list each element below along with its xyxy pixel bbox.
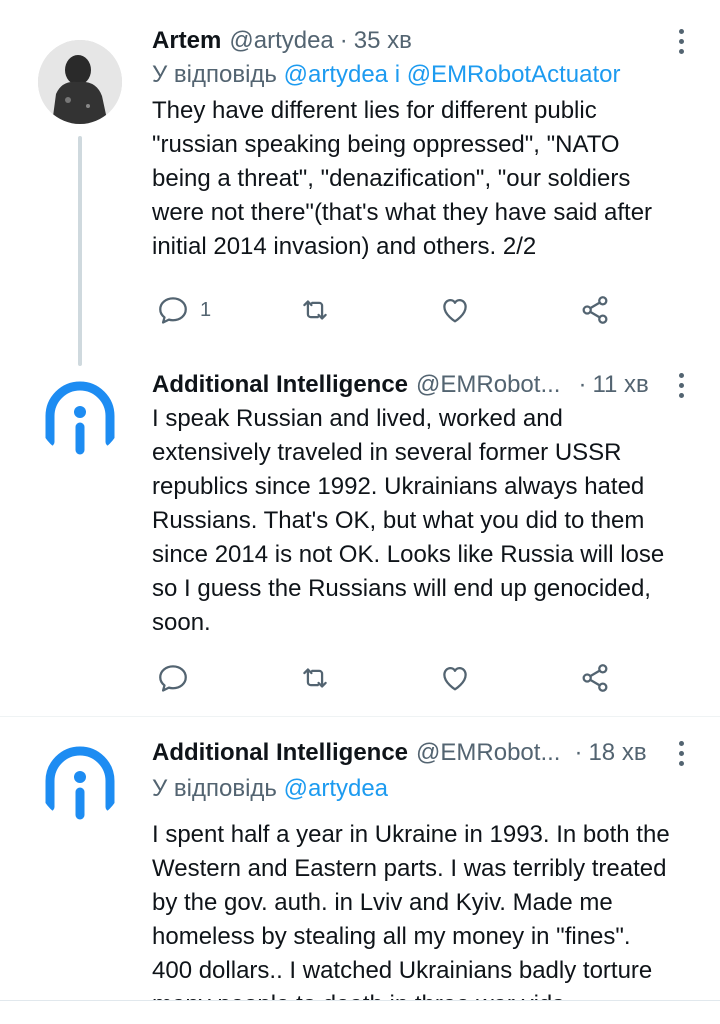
more-icon[interactable] xyxy=(666,738,696,768)
share-icon xyxy=(582,296,608,324)
like-button[interactable] xyxy=(438,288,472,332)
reply-prefix: У відповідь xyxy=(152,61,277,88)
reply-icon xyxy=(159,665,187,692)
share-button[interactable] xyxy=(578,288,612,332)
tweet-actions xyxy=(152,656,620,700)
retweet-button[interactable] xyxy=(298,288,332,332)
retweet-icon xyxy=(303,300,327,320)
bottom-divider xyxy=(0,1000,720,1001)
reply-icon xyxy=(159,297,187,324)
reply-button[interactable]: 1 xyxy=(156,288,211,332)
person-photo-icon xyxy=(38,40,122,124)
author-handle[interactable]: @EMRobot... xyxy=(416,371,560,399)
thread-line xyxy=(78,136,82,366)
tweet-text: I spent half a year in Ukraine in 1993. … xyxy=(152,821,670,1000)
reply-count: 1 xyxy=(200,298,212,321)
share-button[interactable] xyxy=(578,656,612,700)
timestamp[interactable]: 35 хв xyxy=(354,27,412,55)
tweet-text: They have different lies for different p… xyxy=(152,97,653,260)
tweet-1[interactable]: Artem @artydea · 35 хв У відповідь @arty… xyxy=(0,0,720,366)
like-icon xyxy=(443,666,467,691)
reply-handles-link[interactable]: @artydea і @EMRobotActuator xyxy=(284,61,621,88)
ai-logo-icon xyxy=(38,372,122,456)
tweet-header: Additional Intelligence @EMRobot... · 11… xyxy=(152,368,696,402)
like-icon xyxy=(443,298,467,323)
timestamp[interactable]: 18 хв xyxy=(588,739,646,767)
reply-button[interactable] xyxy=(156,656,190,700)
reply-context: У відповідь @artydea xyxy=(152,772,696,806)
author-name[interactable]: Additional Intelligence xyxy=(152,739,408,767)
reply-context: У відповідь @artydea і @EMRobotActuator xyxy=(152,58,696,92)
retweet-icon xyxy=(303,668,327,688)
tweet-actions: 1 xyxy=(152,288,620,332)
author-handle[interactable]: @EMRobot... xyxy=(416,739,560,767)
ai-logo-icon xyxy=(38,737,122,821)
more-icon[interactable] xyxy=(666,370,696,400)
reply-prefix: У відповідь xyxy=(152,775,277,802)
timestamp[interactable]: 11 хв xyxy=(592,371,648,399)
avatar[interactable] xyxy=(38,737,122,821)
avatar[interactable] xyxy=(38,372,122,456)
tweet-text: I speak Russian and lived, worked and ex… xyxy=(152,405,665,636)
separator-dot: · xyxy=(574,739,583,766)
author-handle[interactable]: @artydea xyxy=(229,27,333,55)
share-icon xyxy=(582,664,608,692)
tweet-header: Additional Intelligence @EMRobot... · 18… xyxy=(152,736,696,770)
avatar[interactable] xyxy=(38,40,122,124)
tweet-3[interactable]: Additional Intelligence @EMRobot... · 18… xyxy=(0,717,720,1000)
separator-dot: · xyxy=(578,371,587,398)
reply-handles-link[interactable]: @artydea xyxy=(284,775,388,802)
author-name[interactable]: Artem xyxy=(152,27,221,55)
separator-dot: · xyxy=(339,27,348,54)
author-name[interactable]: Additional Intelligence xyxy=(152,371,408,399)
tweet-2[interactable]: Additional Intelligence @EMRobot... · 11… xyxy=(0,360,720,716)
tweet-header: Artem @artydea · 35 хв xyxy=(152,24,696,58)
more-icon[interactable] xyxy=(666,26,696,56)
like-button[interactable] xyxy=(438,656,472,700)
retweet-button[interactable] xyxy=(298,656,332,700)
